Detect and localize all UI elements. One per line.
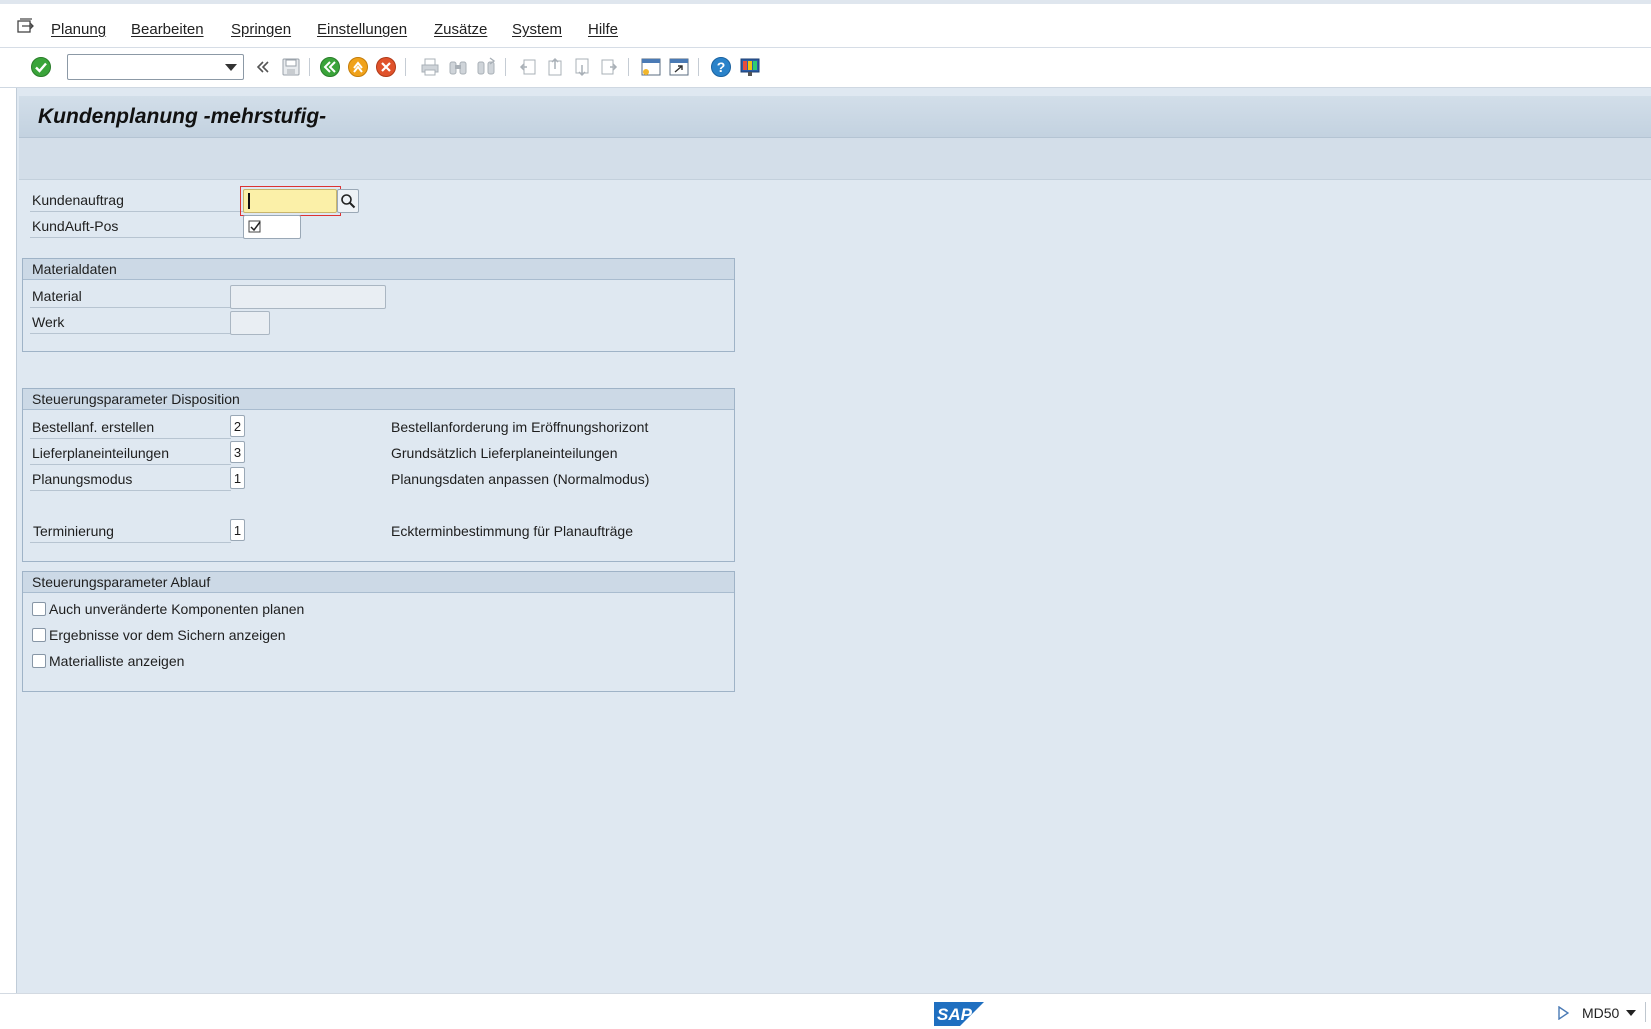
first-page-icon[interactable] (517, 56, 539, 78)
find-next-icon[interactable] (475, 56, 497, 78)
materialliste-anzeigen-label: Materialliste anzeigen (49, 653, 185, 669)
save-icon[interactable] (280, 56, 302, 78)
label-underline (30, 307, 231, 308)
ergebnisse-anzeigen-label: Ergebnisse vor dem Sichern anzeigen (49, 627, 286, 643)
sap-logo: SAP (934, 1002, 984, 1029)
application-toolbar (19, 138, 1651, 180)
ablauf-header: Steuerungsparameter Ablauf (23, 572, 734, 593)
material-label: Material (32, 288, 82, 304)
command-field[interactable] (67, 54, 244, 80)
bestellanf-field[interactable]: 2 (230, 415, 245, 437)
kundenauftrag-label: Kundenauftrag (32, 192, 124, 208)
system-toolbar: ? (0, 48, 1651, 88)
label-underline (30, 490, 231, 491)
planungsmodus-label: Planungsmodus (32, 471, 133, 487)
customize-layout-icon[interactable] (739, 56, 761, 78)
label-underline (30, 438, 231, 439)
bestellanf-description: Bestellanforderung im Eröffnungshorizont (391, 419, 649, 435)
lieferplaneinteilungen-label: Lieferplaneinteilungen (32, 445, 169, 461)
enter-icon[interactable] (30, 56, 52, 78)
disposition-header: Steuerungsparameter Disposition (23, 389, 734, 410)
toolbar-separator (505, 58, 506, 76)
menu-system[interactable]: System (512, 21, 562, 38)
page-title: Kundenplanung -mehrstufig- (38, 105, 327, 128)
label-underline (30, 237, 256, 238)
label-underline (30, 542, 231, 543)
help-icon[interactable]: ? (710, 56, 732, 78)
chevron-down-icon[interactable] (225, 64, 237, 71)
werk-field[interactable] (230, 311, 270, 335)
menu-springen[interactable]: Springen (231, 21, 291, 38)
toolbar-separator (698, 58, 699, 76)
status-separator (1645, 1002, 1646, 1022)
find-icon[interactable] (447, 56, 469, 78)
main-content: Kundenplanung -mehrstufig- Kundenauftrag… (16, 88, 1651, 993)
ablauf-group: Steuerungsparameter Ablauf Auch unveränd… (22, 571, 735, 692)
new-session-icon[interactable] (640, 56, 662, 78)
kundenauftrag-field[interactable] (243, 189, 337, 213)
green-back-icon[interactable] (319, 56, 341, 78)
lieferplaneinteilungen-field[interactable]: 3 (230, 441, 245, 463)
search-icon (341, 194, 356, 209)
materialliste-anzeigen-checkbox[interactable] (32, 654, 46, 668)
auch-unveraenderte-label: Auch unveränderte Komponenten planen (49, 601, 305, 617)
materialdaten-group: Materialdaten Material Werk (22, 258, 735, 352)
auch-unveraenderte-checkbox[interactable] (32, 602, 46, 616)
toolbar-separator (405, 58, 406, 76)
menu-hilfe[interactable]: Hilfe (588, 21, 618, 38)
kundauftpos-label: KundAuft-Pos (32, 218, 119, 234)
sap-logo-text: SAP (937, 1005, 973, 1024)
exit-icon[interactable] (347, 56, 369, 78)
planungsmodus-description: Planungsdaten anpassen (Normalmodus) (391, 471, 650, 487)
previous-page-icon[interactable] (544, 56, 566, 78)
shortcut-icon[interactable] (668, 56, 690, 78)
toolbar-separator (628, 58, 629, 76)
transaction-code: MD50 (1582, 1005, 1620, 1021)
chevron-down-icon[interactable] (1626, 1010, 1636, 1016)
text-cursor (248, 193, 250, 209)
menu-einstellungen[interactable]: Einstellungen (317, 21, 407, 38)
ergebnisse-anzeigen-checkbox[interactable] (32, 628, 46, 642)
menu-planung[interactable]: Planung (51, 21, 106, 38)
required-check-icon (248, 220, 261, 233)
status-bar: SAP MD50 (0, 993, 1651, 1029)
label-underline (30, 211, 256, 212)
terminierung-description: Eckterminbestimmung für Planaufträge (391, 523, 633, 539)
disposition-group: Steuerungsparameter Disposition Bestella… (22, 388, 735, 562)
command-input[interactable] (72, 56, 212, 78)
title-bar: Kundenplanung -mehrstufig- (19, 96, 1651, 138)
back-icon[interactable] (252, 56, 274, 78)
bestellanf-label: Bestellanf. erstellen (32, 419, 155, 435)
next-page-icon[interactable] (571, 56, 593, 78)
menu-expand-icon[interactable] (17, 18, 37, 34)
value-help-button[interactable] (337, 189, 359, 213)
menu-bearbeiten[interactable]: Bearbeiten (131, 21, 204, 38)
svg-text:?: ? (717, 59, 726, 75)
menu-zusaetze[interactable]: Zusätze (434, 21, 487, 38)
terminierung-field[interactable]: 1 (230, 519, 245, 541)
label-underline (30, 464, 231, 465)
werk-label: Werk (32, 314, 65, 330)
lieferplaneinteilungen-description: Grundsätzlich Lieferplaneinteilungen (391, 445, 618, 461)
print-icon[interactable] (419, 56, 441, 78)
cancel-icon[interactable] (375, 56, 397, 78)
terminierung-label: Terminierung (33, 523, 114, 539)
material-field[interactable] (230, 285, 386, 309)
label-underline (30, 333, 231, 334)
materialdaten-header: Materialdaten (23, 259, 734, 280)
toolbar-separator (309, 58, 310, 76)
kundauftpos-field[interactable] (243, 215, 301, 239)
play-icon[interactable] (1557, 1005, 1570, 1023)
planungsmodus-field[interactable]: 1 (230, 467, 245, 489)
menu-bar: Planung Bearbeiten Springen Einstellunge… (0, 0, 1651, 48)
last-page-icon[interactable] (598, 56, 620, 78)
